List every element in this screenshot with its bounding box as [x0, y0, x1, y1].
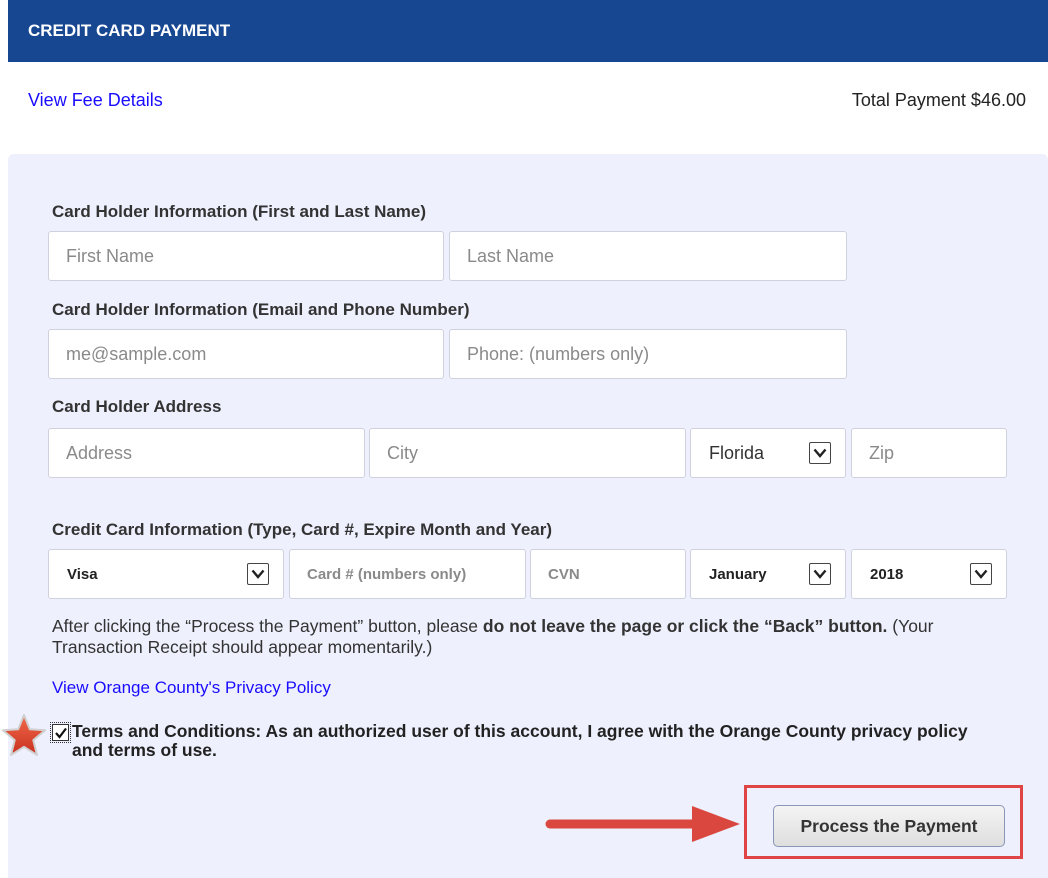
chevron-down-icon[interactable]	[809, 563, 831, 585]
view-fee-details-link[interactable]: View Fee Details	[28, 90, 163, 111]
zip-input[interactable]	[851, 428, 1007, 478]
address-input[interactable]	[48, 428, 365, 478]
address-section-label: Card Holder Address	[52, 397, 222, 416]
arrow-right-annotation-icon	[545, 806, 740, 842]
phone-input[interactable]	[449, 329, 847, 379]
city-input[interactable]	[369, 428, 686, 478]
card-section-label: Credit Card Information (Type, Card #, E…	[52, 520, 553, 539]
card-type-value: Visa	[67, 565, 98, 583]
first-name-input[interactable]	[48, 231, 444, 281]
note-text-start: After clicking the “Process the Payment”…	[52, 616, 483, 636]
terms-text: Terms and Conditions: As an authorized u…	[72, 721, 968, 760]
contact-section-label: Card Holder Information (Email and Phone…	[52, 300, 470, 319]
expire-year-select[interactable]: 2018	[851, 549, 1007, 599]
terms-checkbox[interactable]	[50, 722, 71, 743]
star-annotation-icon	[2, 714, 46, 756]
card-type-select[interactable]: Visa	[48, 549, 284, 599]
state-select[interactable]: Florida	[690, 428, 846, 478]
checkmark-icon	[54, 727, 67, 739]
header-title: CREDIT CARD PAYMENT	[28, 21, 231, 40]
email-input[interactable]	[48, 329, 444, 379]
page-header: CREDIT CARD PAYMENT	[8, 0, 1048, 62]
chevron-down-icon[interactable]	[970, 563, 992, 585]
expire-month-select[interactable]: January	[690, 549, 846, 599]
process-payment-button[interactable]: Process the Payment	[773, 805, 1005, 847]
payment-warning-note: After clicking the “Process the Payment”…	[52, 616, 972, 658]
note-text-bold: do not leave the page or click the “Back…	[482, 616, 888, 636]
total-payment: Total Payment $46.00	[851, 90, 1026, 110]
privacy-policy-link[interactable]: View Orange County's Privacy Policy	[52, 678, 331, 698]
expire-month-value: January	[709, 565, 767, 583]
name-section-label: Card Holder Information (First and Last …	[52, 202, 427, 221]
card-number-input[interactable]	[289, 549, 526, 599]
cvn-input[interactable]	[530, 549, 686, 599]
expire-year-value: 2018	[870, 565, 904, 583]
chevron-down-icon[interactable]	[809, 442, 831, 464]
state-select-value: Florida	[709, 442, 765, 463]
chevron-down-icon[interactable]	[247, 563, 269, 585]
last-name-input[interactable]	[449, 231, 847, 281]
